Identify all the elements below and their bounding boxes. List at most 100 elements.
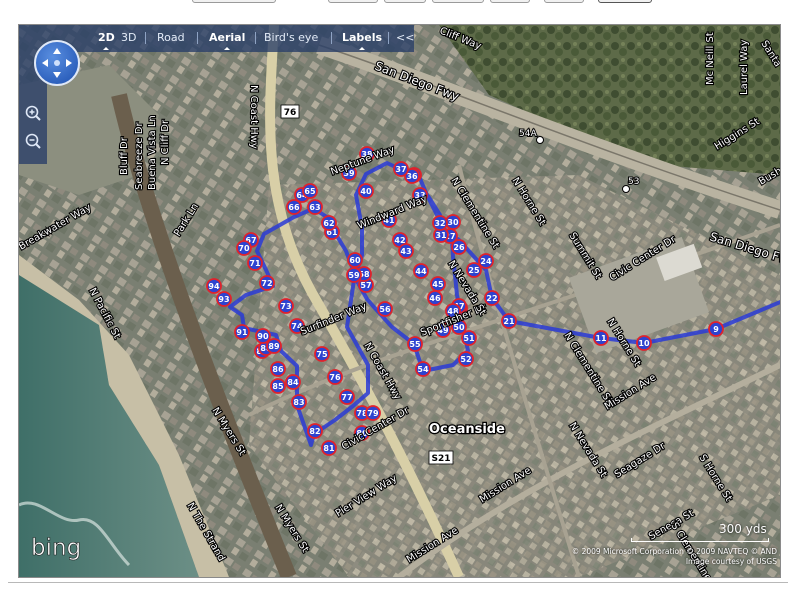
route-marker[interactable]: 37 bbox=[393, 161, 409, 177]
route-marker-label: 59 bbox=[348, 271, 360, 280]
route-marker[interactable]: 22 bbox=[484, 290, 500, 306]
route-marker-label: 65 bbox=[304, 187, 316, 196]
route-marker[interactable]: 82 bbox=[307, 423, 323, 439]
route-marker[interactable]: 30 bbox=[445, 214, 461, 230]
route-marker[interactable]: 89 bbox=[266, 338, 282, 354]
bing-logo-text: bing bbox=[31, 535, 81, 561]
collapse-toolbar-button[interactable]: << bbox=[396, 31, 414, 44]
toolbar-button[interactable] bbox=[490, 0, 530, 3]
route-marker-label: 72 bbox=[261, 279, 272, 288]
view-3d-button[interactable]: 3D bbox=[121, 31, 136, 44]
route-marker[interactable]: 56 bbox=[377, 301, 393, 317]
birds-eye-view-button[interactable]: Bird's eye bbox=[264, 31, 318, 44]
route-marker-label: 81 bbox=[323, 444, 335, 453]
route-marker[interactable]: 86 bbox=[270, 361, 286, 377]
route-marker[interactable]: 94 bbox=[206, 278, 222, 294]
route-marker[interactable]: 46 bbox=[427, 290, 443, 306]
route-marker[interactable]: 43 bbox=[398, 243, 414, 259]
route-marker[interactable]: 90 bbox=[255, 328, 271, 344]
route-marker[interactable]: 79 bbox=[365, 405, 381, 421]
route-76-shield: 76 bbox=[280, 104, 300, 119]
route-marker[interactable]: 76 bbox=[327, 369, 343, 385]
route-marker-label: 83 bbox=[293, 398, 304, 407]
route-marker-label: 56 bbox=[379, 305, 391, 314]
route-marker-label: 52 bbox=[460, 355, 471, 364]
route-marker[interactable]: 45 bbox=[430, 276, 446, 292]
route-marker[interactable]: 66 bbox=[286, 199, 302, 215]
labels-toggle-button[interactable]: Labels bbox=[342, 31, 382, 50]
route-marker-label: 22 bbox=[486, 294, 497, 303]
aerial-map[interactable]: 9101121222324252627303132333436373839404… bbox=[19, 25, 780, 577]
route-marker[interactable]: 54 bbox=[415, 361, 431, 377]
route-marker[interactable]: 52 bbox=[458, 351, 474, 367]
toolbar-button[interactable] bbox=[598, 0, 652, 3]
route-marker-label: 32 bbox=[434, 219, 445, 228]
route-marker[interactable]: 63 bbox=[307, 199, 323, 215]
route-marker[interactable]: 84 bbox=[285, 374, 301, 390]
route-marker[interactable]: 83 bbox=[291, 394, 307, 410]
toolbar-button[interactable] bbox=[328, 0, 378, 3]
route-marker[interactable]: 71 bbox=[247, 255, 263, 271]
route-marker-label: 36 bbox=[406, 172, 418, 181]
copyright-line: © 2009 Microsoft Corporation © 2009 NAVT… bbox=[571, 547, 777, 556]
route-marker[interactable]: 81 bbox=[321, 440, 337, 456]
route-marker[interactable]: 32 bbox=[432, 215, 448, 231]
route-marker-label: 90 bbox=[257, 332, 269, 341]
route-marker[interactable]: 44 bbox=[413, 263, 429, 279]
route-marker[interactable]: 65 bbox=[302, 183, 318, 199]
scale-label: 300 yds bbox=[719, 522, 767, 536]
route-marker[interactable]: 72 bbox=[259, 275, 275, 291]
route-marker-label: 86 bbox=[272, 365, 284, 374]
route-marker-label: 66 bbox=[288, 203, 300, 212]
view-2d-button[interactable]: 2D bbox=[98, 31, 115, 50]
street-label: Seabreeze Dr bbox=[134, 122, 145, 190]
road-view-button[interactable]: Road bbox=[157, 31, 185, 44]
route-marker[interactable]: 21 bbox=[501, 313, 517, 329]
toolbar-button[interactable] bbox=[192, 0, 276, 3]
route-marker[interactable]: 70 bbox=[236, 240, 252, 256]
route-marker[interactable]: 75 bbox=[314, 346, 330, 362]
route-marker-label: 91 bbox=[236, 328, 248, 337]
route-marker[interactable]: 9 bbox=[708, 321, 724, 337]
route-marker[interactable]: 62 bbox=[321, 215, 337, 231]
route-marker[interactable]: 59 bbox=[346, 267, 362, 283]
route-marker[interactable]: 93 bbox=[216, 291, 232, 307]
zoom-in-icon[interactable] bbox=[24, 104, 42, 122]
route-marker[interactable]: 73 bbox=[278, 298, 294, 314]
route-marker[interactable]: 25 bbox=[466, 262, 482, 278]
map-view-toolbar: 2D 3D Road Aerial Bird's eye Labels << bbox=[19, 25, 414, 52]
toolbar-divider bbox=[331, 32, 332, 44]
toolbar-divider bbox=[145, 32, 146, 44]
page-divider bbox=[8, 582, 788, 583]
pan-compass-icon[interactable] bbox=[34, 40, 80, 86]
route-marker-label: 75 bbox=[316, 350, 328, 359]
route-marker[interactable]: 91 bbox=[234, 324, 250, 340]
route-marker[interactable]: 11 bbox=[593, 330, 609, 346]
street-label: N Coast Hwy bbox=[248, 85, 259, 149]
route-marker[interactable]: 60 bbox=[347, 252, 363, 268]
toolbar-button[interactable] bbox=[544, 0, 584, 3]
map-viewport[interactable]: 9101121222324252627303132333436373839404… bbox=[18, 24, 781, 578]
toolbar-button[interactable] bbox=[432, 0, 484, 3]
route-marker-label: 84 bbox=[287, 378, 299, 387]
toolbar-button[interactable] bbox=[384, 0, 426, 3]
route-marker-label: 44 bbox=[415, 267, 427, 276]
route-marker[interactable]: 55 bbox=[407, 336, 423, 352]
route-marker[interactable]: 85 bbox=[270, 378, 286, 394]
route-marker[interactable]: 10 bbox=[636, 335, 652, 351]
route-marker[interactable]: 77 bbox=[339, 389, 355, 405]
bing-logo[interactable]: bing bbox=[31, 535, 105, 561]
route-marker-label: 54 bbox=[417, 365, 429, 374]
route-marker[interactable]: 40 bbox=[358, 183, 374, 199]
aerial-view-button[interactable]: Aerial bbox=[209, 31, 245, 50]
route-marker[interactable]: 51 bbox=[461, 330, 477, 346]
route-marker-label: 11 bbox=[595, 334, 607, 343]
route-marker-label: 21 bbox=[503, 317, 515, 326]
route-marker-label: 77 bbox=[341, 393, 352, 402]
svg-text:54A: 54A bbox=[519, 129, 537, 139]
zoom-out-icon[interactable] bbox=[24, 132, 42, 150]
route-marker-label: 73 bbox=[280, 302, 291, 311]
route-marker-label: 79 bbox=[367, 409, 379, 418]
svg-text:53: 53 bbox=[628, 177, 639, 187]
route-marker[interactable]: 24 bbox=[478, 253, 494, 269]
